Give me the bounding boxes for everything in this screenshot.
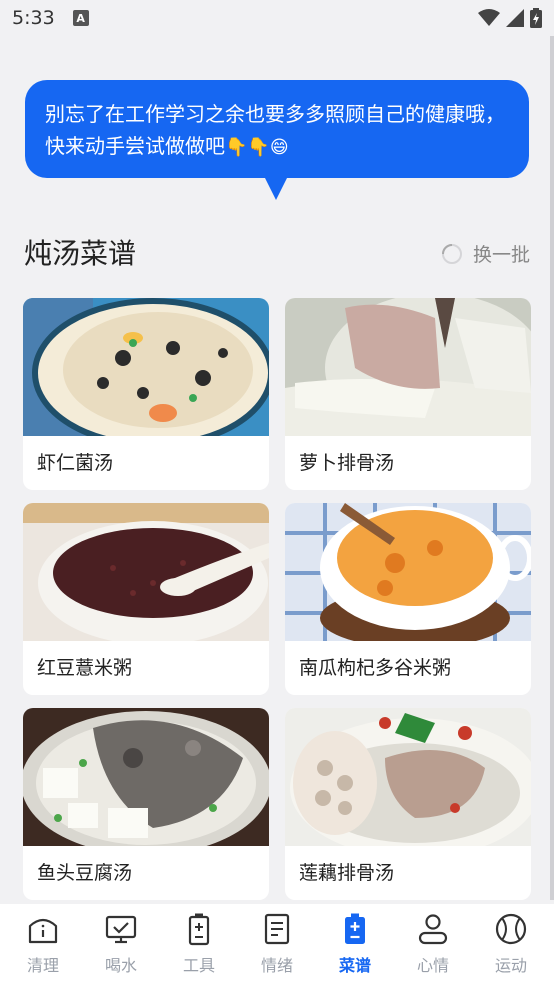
monitor-check-icon — [105, 915, 137, 944]
nav-item-recipes[interactable]: 菜谱 — [319, 912, 391, 976]
document-icon — [264, 913, 290, 945]
person-icon — [418, 914, 448, 945]
recipe-name: 南瓜枸杞多谷米粥 — [299, 657, 452, 679]
refresh-icon — [441, 243, 462, 264]
point-down-emoji: 👇 — [225, 137, 248, 158]
nav-item-water[interactable]: 喝水 — [85, 912, 157, 976]
signal-icon — [506, 9, 524, 27]
nav-label: 情绪 — [260, 956, 293, 975]
bubble-tail — [264, 176, 288, 200]
recipe-name: 虾仁菌汤 — [37, 452, 114, 474]
recipe-card[interactable]: 鱼头豆腐汤 — [23, 708, 269, 900]
notification-icon: A — [72, 10, 89, 26]
recipe-image-red-bean-porridge — [23, 503, 269, 641]
point-down-emoji: 👇 — [247, 137, 270, 158]
battery-icon — [530, 8, 542, 28]
recipe-name: 红豆薏米粥 — [37, 657, 133, 679]
battery-plus-icon — [188, 913, 210, 946]
recipe-image-shrimp-mushroom-soup — [23, 298, 269, 436]
nav-item-sports[interactable]: 运动 — [475, 912, 547, 976]
recipe-card[interactable]: 萝卜排骨汤 — [285, 298, 531, 490]
status-time: 5:33 — [12, 7, 55, 29]
baseball-icon — [495, 913, 527, 945]
home-info-icon — [28, 918, 58, 944]
nav-item-mood[interactable]: 情绪 — [241, 912, 313, 976]
recipe-image-radish-rib-soup — [285, 298, 531, 436]
nav-label: 喝水 — [104, 956, 137, 975]
wifi-icon — [478, 9, 500, 26]
nav-label: 心情 — [416, 956, 449, 975]
nav-item-tools[interactable]: 工具 — [163, 912, 235, 976]
nav-label: 运动 — [494, 956, 527, 975]
nav-label: 工具 — [182, 956, 215, 975]
recipe-card[interactable]: 虾仁菌汤 — [23, 298, 269, 490]
section-title: 炖汤菜谱 — [24, 237, 137, 270]
recipe-image-fish-head-tofu-soup — [23, 708, 269, 846]
recipe-card[interactable]: 红豆薏米粥 — [23, 503, 269, 695]
nav-item-clean[interactable]: 清理 — [7, 912, 79, 976]
tip-bubble: 别忘了在工作学习之余也要多多照顾自己的健康哦，快来动手尝试做做吧👇👇😄 — [25, 80, 529, 178]
recipe-grid: 虾仁菌汤 萝卜排骨汤 红豆薏米粥 南瓜枸杞多谷米粥 鱼头豆腐汤 莲藕排骨汤 — [23, 298, 531, 900]
nav-label: 清理 — [26, 956, 59, 975]
status-icons — [478, 8, 542, 28]
recipe-name: 莲藕排骨汤 — [299, 862, 395, 884]
recipe-name: 鱼头豆腐汤 — [37, 862, 133, 884]
recipe-name: 萝卜排骨汤 — [299, 452, 395, 474]
refresh-label: 换一批 — [472, 244, 530, 266]
status-bar: 5:33 A — [0, 0, 554, 36]
bottom-nav: 清理 喝水 工具 情绪 菜谱 心情 运动 — [0, 904, 554, 984]
nav-item-feelings[interactable]: 心情 — [397, 912, 469, 976]
recipe-image-pumpkin-goji-porridge — [285, 503, 531, 641]
refresh-button[interactable]: 换一批 — [441, 240, 530, 267]
recipe-card[interactable]: 莲藕排骨汤 — [285, 708, 531, 900]
recipe-card[interactable]: 南瓜枸杞多谷米粥 — [285, 503, 531, 695]
scrollbar[interactable] — [550, 36, 554, 900]
battery-plus-filled-icon — [345, 913, 365, 944]
nav-label: 菜谱 — [338, 956, 371, 975]
recipe-image-lotus-root-rib-soup — [285, 708, 531, 846]
smile-emoji: 😄 — [269, 137, 289, 158]
